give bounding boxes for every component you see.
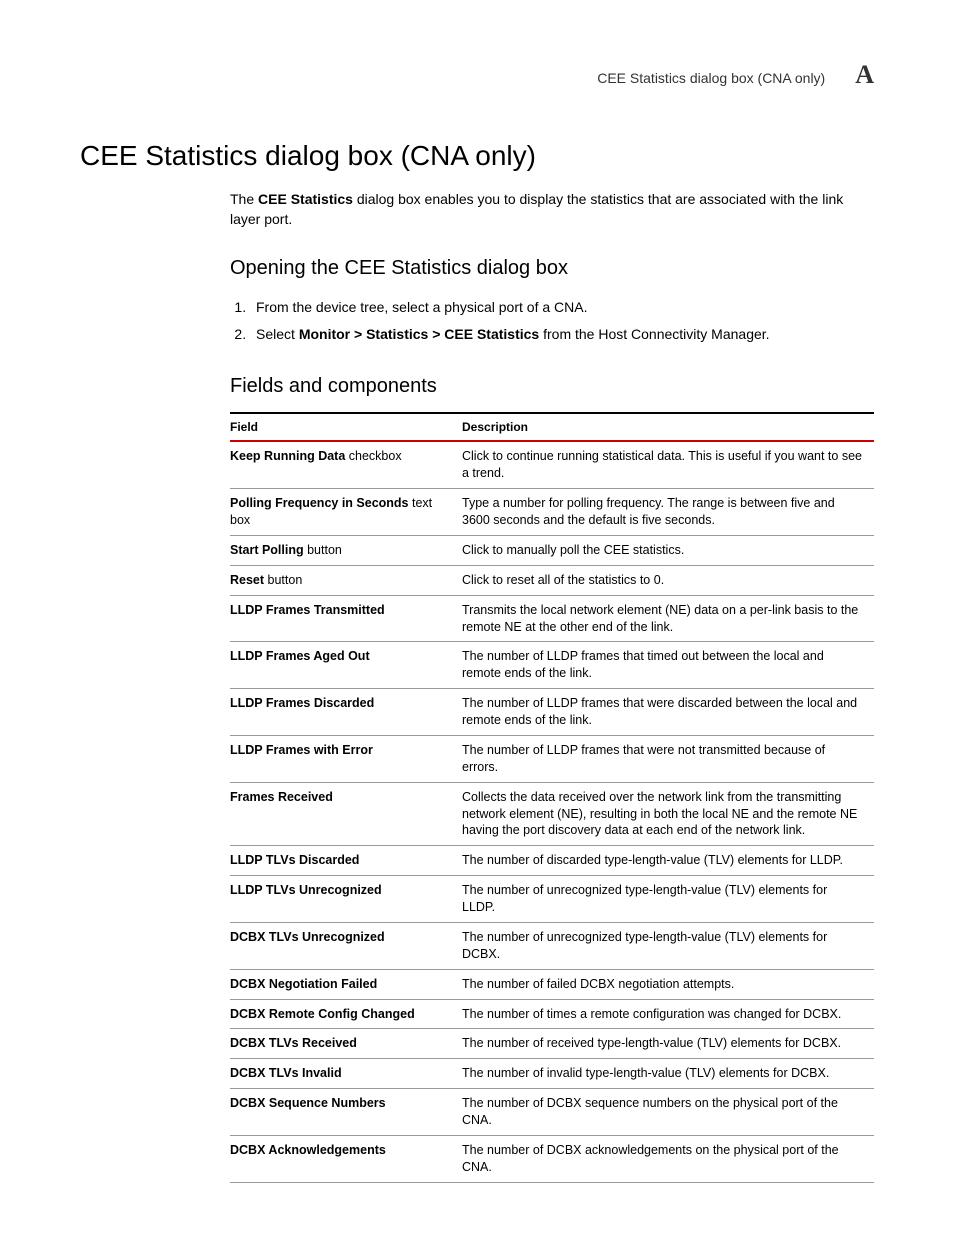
- field-name: DCBX TLVs Received: [230, 1036, 357, 1050]
- description-cell: The number of unrecognized type-length-v…: [462, 922, 874, 969]
- col-field: Field: [230, 413, 462, 441]
- field-name: Reset: [230, 573, 264, 587]
- description-cell: Click to continue running statistical da…: [462, 441, 874, 488]
- field-name: LLDP Frames Aged Out: [230, 649, 370, 663]
- table-row: DCBX TLVs Received The number of received…: [230, 1029, 874, 1059]
- appendix-letter: A: [855, 60, 874, 90]
- step-2-prefix: Select: [256, 326, 299, 342]
- description-cell: The number of failed DCBX negotiation at…: [462, 969, 874, 999]
- description-cell: The number of times a remote configurati…: [462, 999, 874, 1029]
- field-cell: DCBX Sequence Numbers: [230, 1089, 462, 1136]
- field-suffix: button: [264, 573, 302, 587]
- description-cell: Type a number for polling frequency. The…: [462, 489, 874, 536]
- table-row: Start Polling buttonClick to manually po…: [230, 535, 874, 565]
- field-cell: LLDP TLVs Discarded: [230, 846, 462, 876]
- description-cell: Collects the data received over the netw…: [462, 782, 874, 846]
- step-2: Select Monitor > Statistics > CEE Statis…: [250, 321, 874, 348]
- description-cell: Transmits the local network element (NE)…: [462, 595, 874, 642]
- description-cell: The number of received type-length-value…: [462, 1029, 874, 1059]
- running-head-text: CEE Statistics dialog box (CNA only): [597, 70, 825, 86]
- description-cell: The number of LLDP frames that were disc…: [462, 689, 874, 736]
- field-cell: DCBX TLVs Unrecognized: [230, 922, 462, 969]
- field-name: DCBX Sequence Numbers: [230, 1096, 386, 1110]
- step-2-suffix: from the Host Connectivity Manager.: [539, 326, 769, 342]
- field-name: DCBX Negotiation Failed: [230, 977, 377, 991]
- table-row: Keep Running Data checkboxClick to conti…: [230, 441, 874, 488]
- field-cell: Keep Running Data checkbox: [230, 441, 462, 488]
- field-cell: DCBX Remote Config Changed: [230, 999, 462, 1029]
- field-name: DCBX TLVs Unrecognized: [230, 930, 385, 944]
- table-row: LLDP Frames Aged Out The number of LLDP f…: [230, 642, 874, 689]
- table-row: LLDP Frames with Error The number of LLDP…: [230, 735, 874, 782]
- field-cell: LLDP Frames with Error: [230, 735, 462, 782]
- table-row: LLDP Frames Discarded The number of LLDP …: [230, 689, 874, 736]
- field-cell: LLDP Frames Discarded: [230, 689, 462, 736]
- field-cell: LLDP TLVs Unrecognized: [230, 876, 462, 923]
- field-cell: DCBX Negotiation Failed: [230, 969, 462, 999]
- description-cell: The number of DCBX acknowledgements on t…: [462, 1135, 874, 1182]
- field-name: LLDP Frames with Error: [230, 743, 373, 757]
- intro-paragraph: The CEE Statistics dialog box enables yo…: [230, 190, 874, 229]
- table-row: Polling Frequency in Seconds text boxTyp…: [230, 489, 874, 536]
- field-cell: Reset button: [230, 565, 462, 595]
- field-name: DCBX TLVs Invalid: [230, 1066, 342, 1080]
- table-row: Frames Received Collects the data receive…: [230, 782, 874, 846]
- description-cell: Click to manually poll the CEE statistic…: [462, 535, 874, 565]
- table-row: DCBX Negotiation Failed The number of fai…: [230, 969, 874, 999]
- field-name: LLDP Frames Transmitted: [230, 603, 385, 617]
- description-cell: The number of LLDP frames that timed out…: [462, 642, 874, 689]
- description-cell: The number of unrecognized type-length-v…: [462, 876, 874, 923]
- running-header: CEE Statistics dialog box (CNA only) A: [80, 60, 874, 90]
- table-header-row: Field Description: [230, 413, 874, 441]
- field-name: LLDP Frames Discarded: [230, 696, 374, 710]
- intro-bold: CEE Statistics: [258, 191, 353, 207]
- page: CEE Statistics dialog box (CNA only) A C…: [0, 0, 954, 1243]
- description-cell: The number of invalid type-length-value …: [462, 1059, 874, 1089]
- field-cell: LLDP Frames Aged Out: [230, 642, 462, 689]
- table-row: LLDP TLVs Discarded The number of discard…: [230, 846, 874, 876]
- section-opening: Opening the CEE Statistics dialog box: [230, 257, 874, 280]
- field-name: LLDP TLVs Unrecognized: [230, 883, 382, 897]
- table-row: LLDP Frames Transmitted Transmits the loc…: [230, 595, 874, 642]
- table-row: DCBX Remote Config Changed The number of …: [230, 999, 874, 1029]
- description-cell: Click to reset all of the statistics to …: [462, 565, 874, 595]
- description-cell: The number of DCBX sequence numbers on t…: [462, 1089, 874, 1136]
- field-name: Start Polling: [230, 543, 304, 557]
- field-name: Keep Running Data: [230, 449, 345, 463]
- field-name: LLDP TLVs Discarded: [230, 853, 359, 867]
- field-name: DCBX Remote Config Changed: [230, 1007, 415, 1021]
- field-cell: DCBX TLVs Received: [230, 1029, 462, 1059]
- step-1: From the device tree, select a physical …: [250, 294, 874, 321]
- field-suffix: button: [304, 543, 342, 557]
- intro-prefix: The: [230, 191, 258, 207]
- table-row: DCBX Acknowledgements The number of DCBX …: [230, 1135, 874, 1182]
- table-row: DCBX TLVs Invalid The number of invalid t…: [230, 1059, 874, 1089]
- field-cell: LLDP Frames Transmitted: [230, 595, 462, 642]
- fields-table: Field Description Keep Running Data chec…: [230, 412, 874, 1182]
- section-fields: Fields and components: [230, 375, 874, 398]
- page-title: CEE Statistics dialog box (CNA only): [80, 140, 874, 172]
- description-cell: The number of discarded type-length-valu…: [462, 846, 874, 876]
- col-description: Description: [462, 413, 874, 441]
- table-row: Reset buttonClick to reset all of the st…: [230, 565, 874, 595]
- table-row: DCBX TLVs Unrecognized The number of unre…: [230, 922, 874, 969]
- field-cell: DCBX Acknowledgements: [230, 1135, 462, 1182]
- field-name: DCBX Acknowledgements: [230, 1143, 386, 1157]
- field-name: Polling Frequency in Seconds: [230, 496, 409, 510]
- field-cell: DCBX TLVs Invalid: [230, 1059, 462, 1089]
- field-cell: Start Polling button: [230, 535, 462, 565]
- field-name: Frames Received: [230, 790, 333, 804]
- field-cell: Frames Received: [230, 782, 462, 846]
- description-cell: The number of LLDP frames that were not …: [462, 735, 874, 782]
- step-2-bold: Monitor > Statistics > CEE Statistics: [299, 326, 539, 342]
- table-row: DCBX Sequence Numbers The number of DCBX …: [230, 1089, 874, 1136]
- field-suffix: checkbox: [345, 449, 401, 463]
- table-row: LLDP TLVs Unrecognized The number of unre…: [230, 876, 874, 923]
- steps-list: From the device tree, select a physical …: [230, 294, 874, 347]
- field-cell: Polling Frequency in Seconds text box: [230, 489, 462, 536]
